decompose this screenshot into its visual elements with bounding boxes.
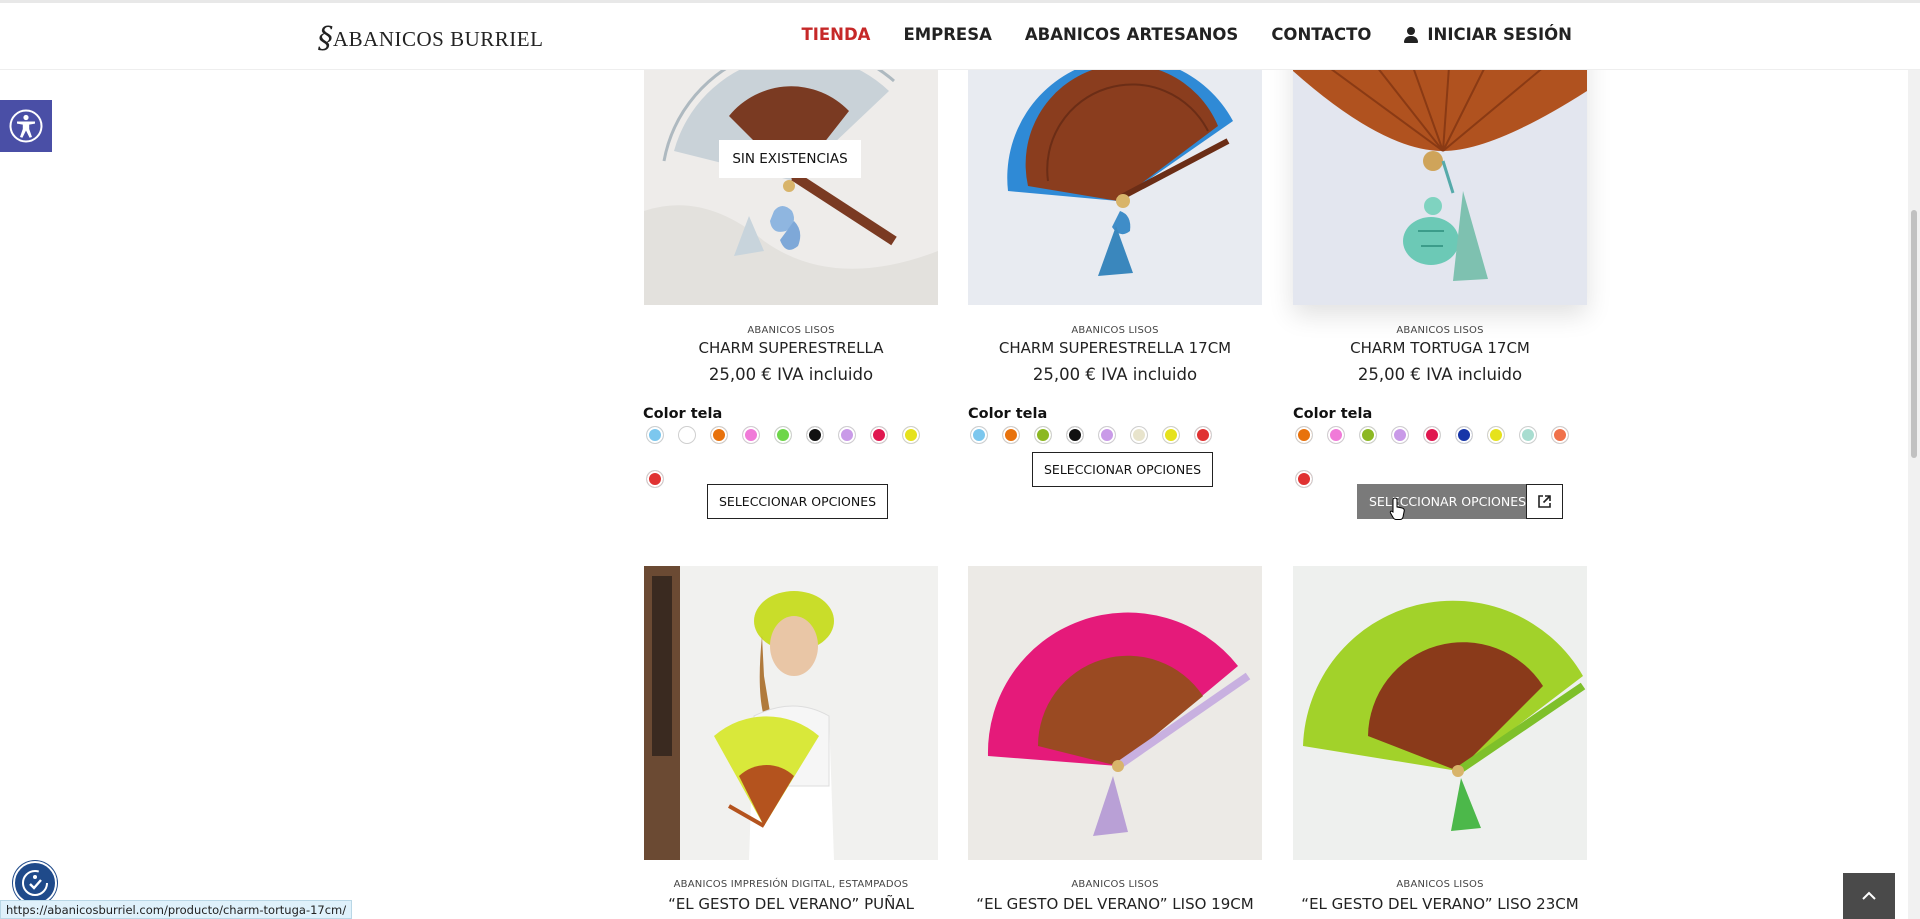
product-image-el-gesto-liso-23cm[interactable] xyxy=(1293,566,1587,860)
product-title[interactable]: CHARM SUPERESTRELLA 17CM xyxy=(968,339,1262,357)
quick-view-button[interactable] xyxy=(1526,484,1563,519)
external-link-icon xyxy=(1538,495,1551,508)
color-swatch[interactable] xyxy=(678,426,696,444)
fan-photo-green xyxy=(1293,566,1587,860)
product-price: 25,00 € IVA incluido xyxy=(1293,365,1587,384)
price-tax-note: IVA incluido xyxy=(1426,365,1523,384)
color-swatch[interactable] xyxy=(1391,426,1409,444)
color-swatch[interactable] xyxy=(1295,470,1313,488)
accessibility-person-icon xyxy=(9,109,43,143)
color-swatch[interactable] xyxy=(806,426,824,444)
page: § ABANICOS BURRIEL TIENDA EMPRESA ABANIC… xyxy=(0,0,1920,919)
browser-status-bar: https://abanicosburriel.com/producto/cha… xyxy=(0,900,353,919)
color-swatch[interactable] xyxy=(1487,426,1505,444)
color-swatch[interactable] xyxy=(1359,426,1377,444)
product-image-el-gesto-punal[interactable] xyxy=(644,566,938,860)
color-swatch[interactable] xyxy=(1327,426,1345,444)
color-swatch[interactable] xyxy=(1551,426,1569,444)
color-swatch[interactable] xyxy=(710,426,728,444)
nav-item-tienda[interactable]: TIENDA xyxy=(801,25,870,44)
main-nav: TIENDA EMPRESA ABANICOS ARTESANOS CONTAC… xyxy=(801,25,1572,44)
chevron-up-icon xyxy=(1862,891,1876,900)
color-swatch[interactable] xyxy=(742,426,760,444)
color-swatch[interactable] xyxy=(646,426,664,444)
color-swatch[interactable] xyxy=(1194,426,1212,444)
logo-mark-icon: § xyxy=(318,21,333,56)
color-swatch[interactable] xyxy=(1162,426,1180,444)
nav-item-abanicos-artesanos[interactable]: ABANICOS ARTESANOS xyxy=(1025,25,1238,44)
product-title[interactable]: CHARM SUPERESTRELLA xyxy=(644,339,938,357)
price-amount: 25,00 € xyxy=(1032,365,1096,384)
color-swatch[interactable] xyxy=(1034,426,1052,444)
color-swatch[interactable] xyxy=(1002,426,1020,444)
product-image-el-gesto-liso-19cm[interactable] xyxy=(968,566,1262,860)
scrollbar-thumb[interactable] xyxy=(1911,210,1917,458)
nav-item-contacto[interactable]: CONTACTO xyxy=(1271,25,1371,44)
product-title[interactable]: “EL GESTO DEL VERANO” LISO 23CM xyxy=(1293,895,1587,913)
product-price: 25,00 € IVA incluido xyxy=(644,365,938,384)
accessibility-toggle-button[interactable] xyxy=(0,100,52,152)
color-swatches xyxy=(970,426,1270,444)
color-swatch[interactable] xyxy=(1130,426,1148,444)
price-tax-note: IVA incluido xyxy=(1101,365,1198,384)
nav-item-empresa[interactable]: EMPRESA xyxy=(903,25,991,44)
product-category[interactable]: ABANICOS IMPRESIÓN DIGITAL, ESTAMPADOS xyxy=(644,879,938,890)
product-category[interactable]: ABANICOS LISOS xyxy=(968,879,1262,890)
color-swatch[interactable] xyxy=(1423,426,1441,444)
color-swatches xyxy=(1295,426,1595,488)
color-swatch[interactable] xyxy=(1455,426,1473,444)
product-title[interactable]: “EL GESTO DEL VERANO” PUÑAL xyxy=(644,895,938,913)
fan-photo-model xyxy=(644,566,938,860)
back-to-top-button[interactable] xyxy=(1843,873,1895,919)
select-options-button[interactable]: SELECCIONAR OPCIONES xyxy=(707,484,889,519)
price-amount: 25,00 € xyxy=(708,365,772,384)
login-label: INICIAR SESIÓN xyxy=(1427,25,1572,44)
product-price: 25,00 € IVA incluido xyxy=(968,365,1262,384)
product-title[interactable]: “EL GESTO DEL VERANO” LISO 19CM xyxy=(968,895,1262,913)
product-category[interactable]: ABANICOS LISOS xyxy=(644,325,938,336)
color-swatch[interactable] xyxy=(1066,426,1084,444)
product-category[interactable]: ABANICOS LISOS xyxy=(1293,879,1587,890)
page-scrollbar[interactable] xyxy=(1908,70,1920,919)
color-swatch[interactable] xyxy=(646,470,664,488)
swatch-label: Color tela xyxy=(968,406,1048,422)
color-swatch[interactable] xyxy=(1098,426,1116,444)
hand-cursor-icon xyxy=(1389,497,1405,520)
site-logo[interactable]: § ABANICOS BURRIEL xyxy=(318,21,543,57)
price-tax-note: IVA incluido xyxy=(777,365,874,384)
accessibility-check-icon xyxy=(22,870,48,896)
select-options-button[interactable]: SELECCIONAR OPCIONES xyxy=(1357,484,1539,519)
color-swatch[interactable] xyxy=(870,426,888,444)
out-of-stock-badge: SIN EXISTENCIAS xyxy=(719,140,861,178)
nav-item-login[interactable]: INICIAR SESIÓN xyxy=(1404,25,1572,44)
product-category[interactable]: ABANICOS LISOS xyxy=(968,325,1262,336)
price-amount: 25,00 € xyxy=(1357,365,1421,384)
swatch-label: Color tela xyxy=(643,406,723,422)
swatch-label: Color tela xyxy=(1293,406,1373,422)
user-icon xyxy=(1404,26,1419,43)
color-swatch[interactable] xyxy=(970,426,988,444)
product-title[interactable]: CHARM TORTUGA 17CM xyxy=(1293,339,1587,357)
color-swatch[interactable] xyxy=(902,426,920,444)
site-header: § ABANICOS BURRIEL TIENDA EMPRESA ABANIC… xyxy=(0,0,1920,70)
color-swatch[interactable] xyxy=(838,426,856,444)
accessibility-widget-button[interactable] xyxy=(13,861,57,905)
color-swatch[interactable] xyxy=(1295,426,1313,444)
fan-photo-pink xyxy=(968,566,1262,860)
color-swatch[interactable] xyxy=(774,426,792,444)
logo-text: ABANICOS BURRIEL xyxy=(333,26,544,51)
color-swatch[interactable] xyxy=(1519,426,1537,444)
product-category[interactable]: ABANICOS LISOS xyxy=(1293,325,1587,336)
color-swatches xyxy=(646,426,946,488)
select-options-button[interactable]: SELECCIONAR OPCIONES xyxy=(1032,452,1214,487)
